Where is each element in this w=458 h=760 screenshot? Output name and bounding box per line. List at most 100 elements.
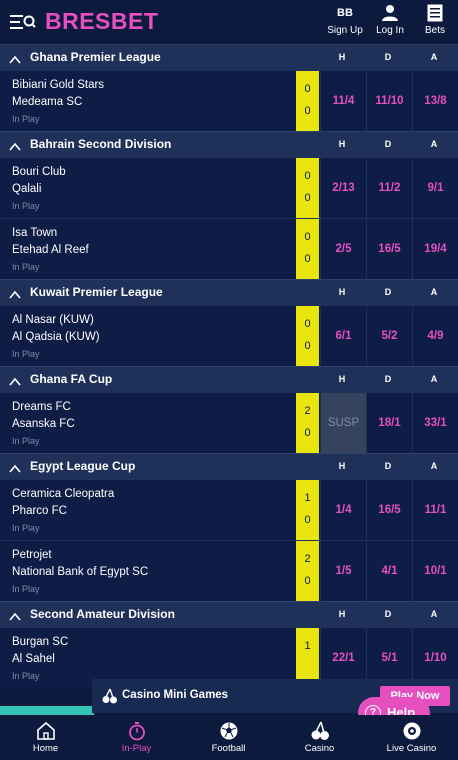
- league-header[interactable]: Ghana Premier League H D A: [0, 44, 458, 70]
- score-box: 00: [296, 306, 319, 366]
- match-row[interactable]: Al Nasar (KUW) Al Qadsia (KUW) In Play 0 0 6/…: [0, 305, 458, 366]
- odds-column-header: A: [430, 609, 438, 619]
- match-row[interactable]: Bouri Club Qalali In Play 0 0 2/13 11/2 9/1: [0, 157, 458, 218]
- score-box: 00: [296, 219, 319, 279]
- menu-search-button[interactable]: [10, 12, 36, 32]
- home-team[interactable]: Burgan SC: [12, 636, 68, 648]
- odds-column-header: H: [338, 52, 346, 62]
- home-team[interactable]: Dreams FC: [12, 401, 71, 413]
- home-team[interactable]: Bouri Club: [12, 166, 66, 178]
- cherries-icon: [102, 688, 118, 704]
- match-status: In Play: [12, 349, 40, 359]
- match-status: In Play: [12, 114, 40, 124]
- home-team[interactable]: Ceramica Cleopatra: [12, 488, 114, 500]
- signup-label: Sign Up: [327, 25, 363, 36]
- odds-column-header: H: [338, 461, 346, 471]
- home-score: 2: [304, 405, 311, 417]
- away-team[interactable]: Medeama SC: [12, 96, 82, 108]
- signup-button[interactable]: BB Sign Up: [325, 4, 365, 40]
- home-team[interactable]: Al Nasar (KUW): [12, 314, 94, 326]
- odds-button[interactable]: 33/1: [412, 393, 458, 453]
- odds-button[interactable]: 13/8: [412, 71, 458, 131]
- odds-button[interactable]: 1/5: [320, 541, 366, 601]
- away-team[interactable]: Asanska FC: [12, 418, 75, 430]
- nav-live-casino[interactable]: Live Casino: [366, 715, 457, 760]
- away-team[interactable]: National Bank of Egypt SC: [12, 566, 148, 578]
- bets-button[interactable]: Bets: [420, 4, 450, 40]
- stopwatch-icon: [126, 721, 148, 741]
- home-team[interactable]: Isa Town: [12, 227, 57, 239]
- odds-button[interactable]: 10/1: [412, 541, 458, 601]
- odds-button[interactable]: 11/10: [366, 71, 412, 131]
- odds-button[interactable]: 6/1: [320, 306, 366, 366]
- odds-button[interactable]: 4/1: [366, 541, 412, 601]
- match-row[interactable]: Ceramica Cleopatra Pharco FC In Play 1 0 1/4 1…: [0, 479, 458, 540]
- odds-column-header: A: [430, 374, 438, 384]
- menu-search-icon: [10, 15, 36, 29]
- league-header[interactable]: Ghana FA Cup H D A: [0, 366, 458, 392]
- odds-column-header: D: [384, 374, 392, 384]
- match-row[interactable]: Bibiani Gold Stars Medeama SC In Play 0 0 11/…: [0, 70, 458, 131]
- odds-button[interactable]: 18/1: [366, 393, 412, 453]
- away-team[interactable]: Al Qadsia (KUW): [12, 331, 100, 343]
- away-score: 0: [304, 253, 311, 265]
- nav-in-play[interactable]: In-Play: [91, 715, 182, 760]
- away-team[interactable]: Pharco FC: [12, 505, 67, 517]
- away-score: 0: [304, 340, 311, 352]
- match-status: In Play: [12, 436, 40, 446]
- odds-button[interactable]: 16/5: [366, 480, 412, 540]
- away-team[interactable]: Al Sahel: [12, 653, 55, 665]
- match-status: In Play: [12, 671, 40, 681]
- nav-label: Live Casino: [386, 743, 437, 754]
- away-team[interactable]: Qalali: [12, 183, 41, 195]
- league-name: Ghana FA Cup: [30, 372, 113, 386]
- league-header[interactable]: Bahrain Second Division H D A: [0, 131, 458, 157]
- odds-button[interactable]: 5/2: [366, 306, 412, 366]
- chevron-up-icon: [9, 139, 21, 151]
- progress-accent-bar: [0, 706, 94, 715]
- away-team[interactable]: Etehad Al Reef: [12, 244, 89, 256]
- away-score: 0: [304, 192, 311, 204]
- cherries-icon: [309, 721, 331, 741]
- league-name: Kuwait Premier League: [30, 285, 163, 299]
- odds-button[interactable]: 2/13: [320, 158, 366, 218]
- brand-logo[interactable]: BRESBET: [45, 8, 158, 35]
- home-score: 0: [304, 318, 311, 330]
- home-team[interactable]: Petrojet: [12, 549, 52, 561]
- chevron-up-icon: [9, 461, 21, 473]
- home-icon: [35, 721, 57, 741]
- score-box: 20: [296, 393, 319, 453]
- app: BRESBET BB Sign Up Log In Bets Ghana Pre…: [0, 0, 458, 760]
- odds-column-header: D: [384, 139, 392, 149]
- nav-football[interactable]: Football: [183, 715, 274, 760]
- league-header[interactable]: Second Amateur Division H D A: [0, 601, 458, 627]
- match-status: In Play: [12, 523, 40, 533]
- odds-button[interactable]: 1/4: [320, 480, 366, 540]
- odds-button[interactable]: 16/5: [366, 219, 412, 279]
- match-row[interactable]: Isa Town Etehad Al Reef In Play 0 0 2/5 16/5 19…: [0, 218, 458, 279]
- odds-button[interactable]: 4/9: [412, 306, 458, 366]
- home-score: 1: [304, 492, 311, 504]
- nav-casino[interactable]: Casino: [274, 715, 365, 760]
- betslip-icon: [420, 4, 450, 22]
- odds-button[interactable]: 9/1: [412, 158, 458, 218]
- chevron-up-icon: [9, 374, 21, 386]
- home-score: 2: [304, 553, 311, 565]
- odds-button[interactable]: 11/2: [366, 158, 412, 218]
- league-name: Bahrain Second Division: [30, 137, 172, 151]
- odds-column-header: D: [384, 609, 392, 619]
- odds-column-header: H: [338, 139, 346, 149]
- odds-button[interactable]: 19/4: [412, 219, 458, 279]
- odds-button[interactable]: 11/4: [320, 71, 366, 131]
- home-team[interactable]: Bibiani Gold Stars: [12, 79, 104, 91]
- match-row[interactable]: Petrojet National Bank of Egypt SC In Play…: [0, 540, 458, 601]
- league-header[interactable]: Egypt League Cup H D A: [0, 453, 458, 479]
- odds-button[interactable]: 11/1: [412, 480, 458, 540]
- league-header[interactable]: Kuwait Premier League H D A: [0, 279, 458, 305]
- nav-home[interactable]: Home: [0, 715, 91, 760]
- chevron-up-icon: [9, 52, 21, 64]
- match-row[interactable]: Dreams FC Asanska FC In Play 2 0 SUSP 18/1 33/1: [0, 392, 458, 453]
- login-button[interactable]: Log In: [372, 4, 408, 40]
- odds-button[interactable]: 2/5: [320, 219, 366, 279]
- bets-label: Bets: [424, 25, 445, 36]
